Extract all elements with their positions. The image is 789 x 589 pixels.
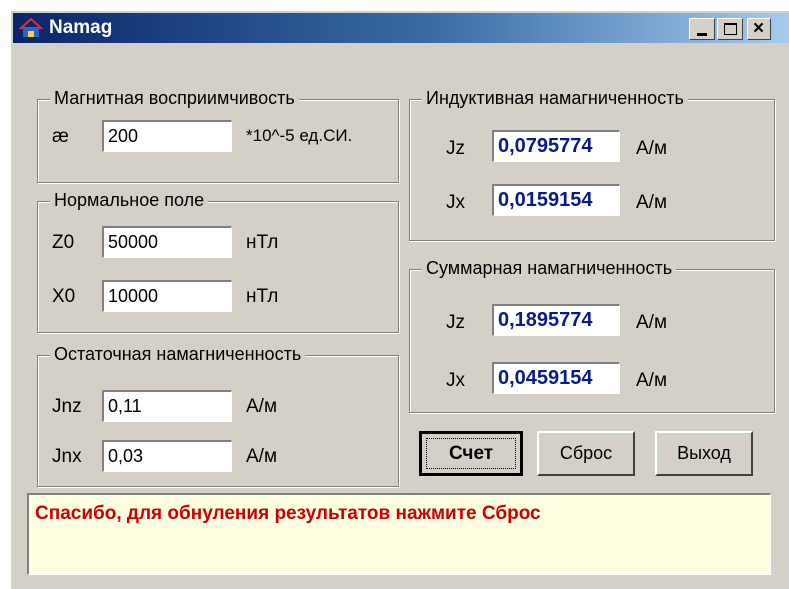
susceptibility-symbol: æ bbox=[52, 126, 69, 147]
x0-unit: нТл bbox=[246, 286, 279, 307]
jnz-label: Jnz bbox=[52, 396, 82, 417]
calc-button[interactable]: Счет bbox=[419, 431, 523, 476]
normal-field-group: Нормальное поле Z0 нТл X0 нТл bbox=[37, 190, 399, 333]
induced-jx-unit: А/м bbox=[636, 192, 668, 213]
normal-field-legend: Нормальное поле bbox=[50, 190, 209, 211]
z0-input[interactable] bbox=[102, 226, 232, 258]
jnz-unit: А/м bbox=[246, 396, 278, 417]
jnx-unit: А/м bbox=[246, 446, 278, 467]
namag-window: Namag × Магнитная восприимчивость æ *10^… bbox=[10, 10, 789, 589]
jnz-input[interactable] bbox=[102, 390, 232, 422]
total-jz-label: Jz bbox=[446, 312, 465, 333]
susceptibility-group: Магнитная восприимчивость æ *10^-5 ед.СИ… bbox=[37, 88, 399, 183]
exit-button[interactable]: Выход bbox=[655, 431, 753, 476]
remanent-group: Остаточная намагниченность Jnz А/м Jnx А… bbox=[37, 344, 399, 487]
total-jz-unit: А/м bbox=[636, 312, 668, 333]
total-group: Суммарная намагниченность Jz А/м Jx А/м bbox=[409, 258, 775, 413]
total-jx-output[interactable] bbox=[492, 362, 620, 394]
susceptibility-legend: Магнитная восприимчивость bbox=[50, 88, 299, 109]
induced-legend: Индуктивная намагниченность bbox=[422, 88, 688, 109]
induced-jx-output[interactable] bbox=[492, 184, 620, 216]
reset-button[interactable]: Сброс bbox=[537, 431, 635, 476]
x0-label: X0 bbox=[52, 286, 76, 307]
induced-jz-output[interactable] bbox=[492, 130, 620, 162]
status-message: Спасибо, для обнуления результатов нажми… bbox=[27, 493, 771, 575]
susceptibility-unit: *10^-5 ед.СИ. bbox=[246, 126, 353, 145]
close-icon: × bbox=[753, 18, 765, 39]
window-title: Namag bbox=[49, 17, 113, 38]
app-icon bbox=[19, 17, 43, 37]
jnx-input[interactable] bbox=[102, 440, 232, 472]
induced-group: Индуктивная намагниченность Jz А/м Jx А/… bbox=[409, 88, 775, 241]
total-jx-unit: А/м bbox=[636, 370, 668, 391]
z0-unit: нТл bbox=[246, 232, 279, 253]
minimize-button[interactable] bbox=[689, 18, 715, 40]
x0-input[interactable] bbox=[102, 280, 232, 312]
maximize-button[interactable] bbox=[717, 18, 743, 40]
total-jx-label: Jx bbox=[446, 370, 465, 391]
induced-jz-unit: А/м bbox=[636, 138, 668, 159]
remanent-legend: Остаточная намагниченность bbox=[50, 344, 306, 365]
title-bar[interactable]: Namag × bbox=[13, 13, 789, 43]
close-button[interactable]: × bbox=[747, 18, 771, 40]
z0-label: Z0 bbox=[52, 232, 75, 253]
total-jz-output[interactable] bbox=[492, 304, 620, 336]
susceptibility-input[interactable] bbox=[102, 120, 232, 152]
total-legend: Суммарная намагниченность bbox=[422, 258, 677, 279]
induced-jz-label: Jz bbox=[446, 138, 465, 159]
jnx-label: Jnx bbox=[52, 446, 82, 467]
induced-jx-label: Jx bbox=[446, 192, 465, 213]
